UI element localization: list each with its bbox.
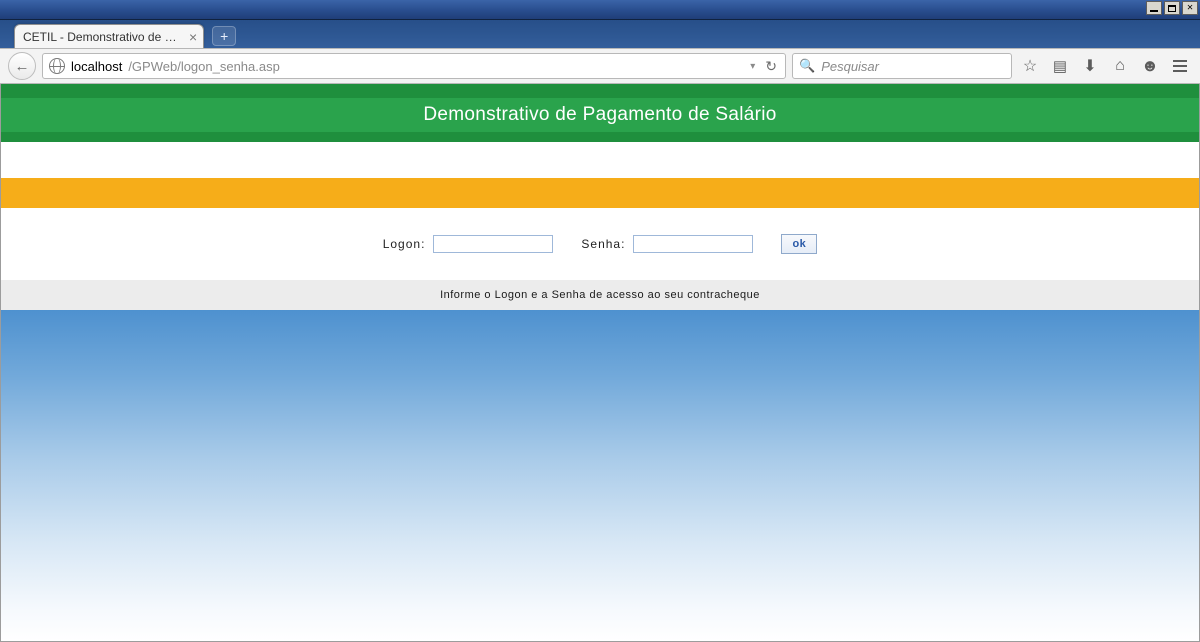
browser-tab-active[interactable]: CETIL - Demonstrativo de Pageme... × xyxy=(14,24,204,48)
browser-tabstrip: CETIL - Demonstrativo de Pageme... × + xyxy=(0,20,1200,48)
senha-input[interactable] xyxy=(633,235,753,253)
window-titlebar: ✕ xyxy=(0,0,1200,20)
page-title: Demonstrativo de Pagamento de Salário xyxy=(423,104,776,126)
new-tab-button[interactable]: + xyxy=(212,26,236,46)
reading-list-icon[interactable]: ▤ xyxy=(1048,54,1072,78)
nav-back-button[interactable]: ← xyxy=(8,52,36,80)
background-gradient xyxy=(1,310,1199,641)
search-icon: 🔍 xyxy=(799,58,815,74)
url-bar[interactable]: localhost/GPWeb/logon_senha.asp ▾ ↻ xyxy=(42,53,786,79)
browser-toolbar: ← localhost/GPWeb/logon_senha.asp ▾ ↻ 🔍 … xyxy=(0,48,1200,84)
downloads-icon[interactable]: ⬇ xyxy=(1078,54,1102,78)
header-band-bottom xyxy=(1,132,1199,142)
header-band-top xyxy=(1,84,1199,98)
senha-label: Senha: xyxy=(581,237,625,251)
bookmark-star-icon[interactable]: ☆ xyxy=(1018,54,1042,78)
window-maximize-button[interactable] xyxy=(1164,1,1180,15)
window-controls: ✕ xyxy=(1146,0,1200,15)
url-host: localhost xyxy=(71,59,122,74)
menu-button[interactable] xyxy=(1168,54,1192,78)
arrow-left-icon: ← xyxy=(15,58,30,75)
search-bar[interactable]: 🔍 xyxy=(792,53,1012,79)
logon-field-group: Logon: xyxy=(383,235,554,253)
url-dropdown-icon[interactable]: ▾ xyxy=(748,61,757,72)
window-close-button[interactable]: ✕ xyxy=(1182,1,1198,15)
hamburger-icon xyxy=(1173,60,1187,72)
hint-bar: Informe o Logon e a Senha de acesso ao s… xyxy=(1,280,1199,310)
yellow-band xyxy=(1,178,1199,208)
page-title-band: Demonstrativo de Pagamento de Salário xyxy=(1,98,1199,132)
window-minimize-button[interactable] xyxy=(1146,1,1162,15)
logon-input[interactable] xyxy=(433,235,553,253)
submit-button[interactable]: ok xyxy=(781,234,817,254)
senha-field-group: Senha: xyxy=(581,235,753,253)
globe-icon xyxy=(49,58,65,74)
home-icon[interactable]: ⌂ xyxy=(1108,54,1132,78)
reload-icon[interactable]: ↻ xyxy=(763,58,779,75)
tab-close-icon[interactable]: × xyxy=(189,30,197,44)
browser-tab-title: CETIL - Demonstrativo de Pageme... xyxy=(23,30,183,44)
logon-label: Logon: xyxy=(383,237,426,251)
chat-icon[interactable]: ☻ xyxy=(1138,54,1162,78)
url-path: /GPWeb/logon_senha.asp xyxy=(128,59,280,74)
spacer-white xyxy=(1,142,1199,178)
search-input[interactable] xyxy=(821,59,1005,74)
hint-text: Informe o Logon e a Senha de acesso ao s… xyxy=(440,289,760,301)
page-content: Demonstrativo de Pagamento de Salário Lo… xyxy=(0,84,1200,642)
login-form: Logon: Senha: ok xyxy=(1,208,1199,280)
